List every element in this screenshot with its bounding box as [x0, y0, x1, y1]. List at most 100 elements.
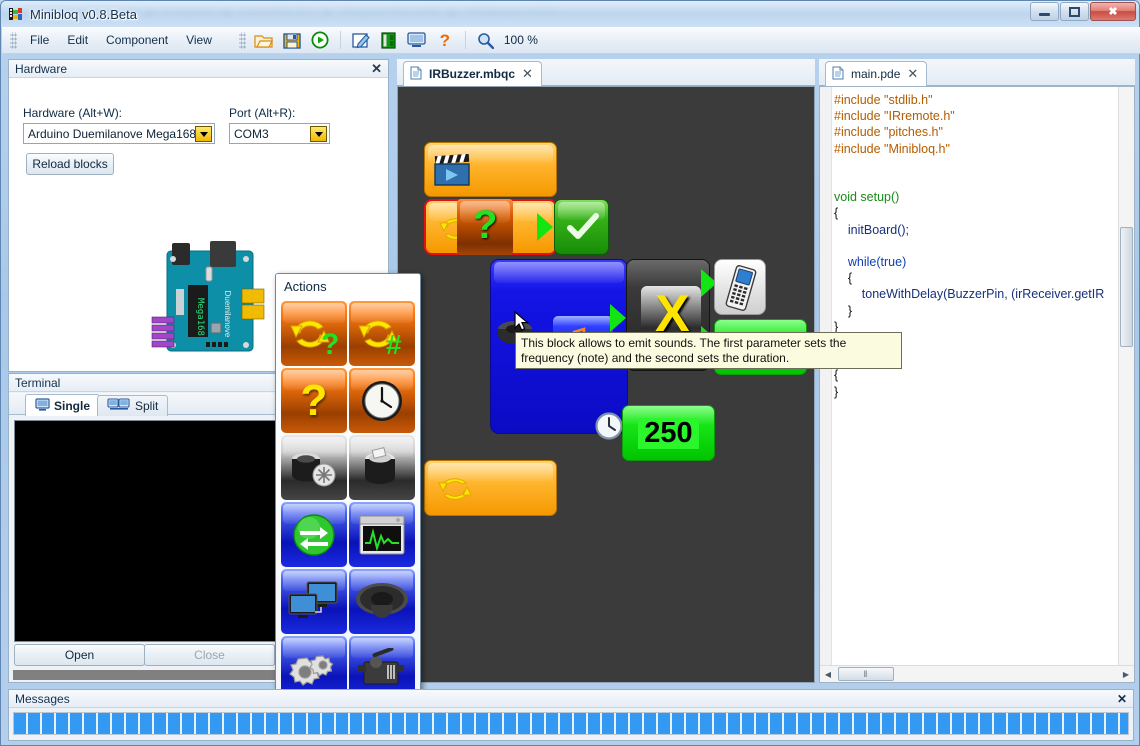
- menu-view[interactable]: View: [177, 30, 221, 50]
- code-line-11: {: [834, 271, 853, 286]
- title-bar: Minibloq v0.8.Beta ✖: [1, 1, 1139, 27]
- palette-loop-while-block[interactable]: ?: [281, 301, 347, 366]
- code-line-0: #include "stdlib.h": [834, 93, 933, 107]
- speaker-icon: [356, 582, 408, 618]
- palette-serial-io-block[interactable]: [281, 502, 347, 567]
- loop-bottom-icon: [435, 473, 475, 508]
- menu-toolbar: File Edit Component View ? 100 %: [2, 27, 1140, 54]
- gears-icon: [289, 654, 334, 686]
- code-line-2: #include "pitches.h": [834, 125, 943, 140]
- terminal-close-button: Close: [144, 644, 275, 666]
- tone-connector-arrow-icon: [610, 304, 626, 332]
- document-icon: [410, 66, 422, 83]
- svg-text:?: ?: [321, 328, 339, 358]
- servo-icon: [358, 647, 404, 684]
- scroll-right-icon[interactable]: ▶: [1118, 667, 1134, 682]
- actions-palette[interactable]: Actions ? # ?: [275, 273, 421, 716]
- ir-receiver-block[interactable]: [714, 259, 766, 315]
- messages-panel-header: Messages ✕: [9, 690, 1133, 708]
- run-upload-icon[interactable]: [308, 29, 332, 51]
- code-line-1: #include "IRremote.h": [834, 109, 955, 124]
- split-monitor-icon: [107, 398, 131, 414]
- tab-irbuzzer-close-icon[interactable]: ✕: [522, 66, 533, 82]
- terminal-open-button[interactable]: Open: [14, 644, 145, 666]
- palette-digital-output-block[interactable]: [281, 435, 347, 500]
- code-line-13: }: [834, 303, 853, 318]
- palette-analog-output-block[interactable]: [349, 435, 415, 500]
- block-editor-panel: IRBuzzer.mbqc ✕ ? X 250: [397, 59, 815, 683]
- question-icon: ?: [473, 203, 498, 247]
- code-line-18: }: [834, 384, 839, 399]
- help-icon[interactable]: ?: [433, 29, 457, 51]
- minimize-button[interactable]: [1030, 2, 1059, 21]
- code-horizontal-scrollbar[interactable]: ◀ ‖ ▶: [820, 665, 1134, 682]
- window-controls: ✖: [1029, 2, 1136, 21]
- code-editor[interactable]: #include "stdlib.h" #include "IRremote.h…: [819, 86, 1135, 683]
- palette-loop-count-block[interactable]: #: [349, 301, 415, 366]
- menu-drag-grip[interactable]: [10, 31, 17, 49]
- menu-component[interactable]: Component: [97, 30, 177, 50]
- code-gutter: [820, 87, 832, 682]
- menu-edit[interactable]: Edit: [58, 30, 97, 50]
- terminal-buttons: Open Close: [14, 644, 294, 666]
- code-line-12: toneWithDelay(BuzzerPin, (irReceiver.get…: [834, 287, 1105, 302]
- palette-sound-block[interactable]: [349, 569, 415, 634]
- messages-progress-bar: [13, 712, 1129, 735]
- clapperboard-icon: [433, 153, 471, 189]
- chevron-down-icon-port[interactable]: [310, 126, 327, 142]
- zoom-icon[interactable]: [474, 29, 498, 51]
- save-file-icon[interactable]: [280, 29, 304, 51]
- code-line-10: while(true): [834, 255, 907, 270]
- chevron-down-icon[interactable]: [195, 126, 212, 142]
- minibloq-app-icon: [8, 6, 24, 22]
- svg-text:Mega168: Mega168: [195, 298, 205, 336]
- menu-file[interactable]: File: [21, 30, 58, 50]
- code-line-3: #include "Minibloq.h": [834, 141, 950, 156]
- duration-value-block[interactable]: 250: [622, 405, 715, 461]
- board-icon[interactable]: [377, 29, 401, 51]
- window-frame: Minibloq v0.8.Beta ✖ File Edit Component…: [0, 0, 1140, 746]
- toolbar-drag-grip[interactable]: [238, 31, 246, 49]
- main-program-block[interactable]: [424, 142, 557, 197]
- tab-main-pde[interactable]: main.pde ✕: [825, 61, 928, 86]
- tab-split[interactable]: Split: [97, 395, 169, 416]
- toolbar-separator-2: [464, 31, 466, 49]
- block-canvas[interactable]: ? X 250: [397, 86, 815, 683]
- true-check-block[interactable]: [554, 199, 609, 255]
- actions-palette-grid: ? # ?: [281, 301, 417, 701]
- hardware-select[interactable]: Arduino Duemilanove Mega168: [23, 123, 215, 144]
- tab-irbuzzer[interactable]: IRBuzzer.mbqc ✕: [403, 61, 542, 86]
- tab-main-pde-close-icon[interactable]: ✕: [907, 66, 918, 82]
- hardware-panel-close-icon[interactable]: ✕: [371, 61, 382, 77]
- palette-display-block[interactable]: [281, 569, 347, 634]
- close-button[interactable]: ✖: [1090, 2, 1136, 21]
- palette-plot-block[interactable]: [349, 502, 415, 567]
- reload-blocks-button[interactable]: Reload blocks: [26, 153, 114, 175]
- connector-arrow-icon: [537, 213, 553, 241]
- hardware-panel-title: Hardware: [15, 61, 68, 76]
- scroll-left-icon[interactable]: ◀: [820, 667, 836, 682]
- port-select-label: Port (Alt+R):: [229, 106, 296, 120]
- window-title: Minibloq v0.8.Beta: [30, 6, 137, 22]
- tab-single[interactable]: Single: [25, 394, 101, 416]
- maximize-button[interactable]: [1060, 2, 1089, 21]
- terminal-output[interactable]: [14, 420, 279, 642]
- loop-bottom-block[interactable]: [424, 460, 557, 516]
- condition-question-block[interactable]: ?: [457, 199, 513, 255]
- code-vertical-scrollbar[interactable]: [1118, 87, 1134, 665]
- tab-single-label: Single: [54, 398, 91, 413]
- messages-panel-close-icon[interactable]: ✕: [1117, 692, 1127, 706]
- palette-delay-block[interactable]: [349, 368, 415, 433]
- code-vertical-scroll-thumb[interactable]: [1120, 227, 1133, 347]
- terminal-monitor-icon[interactable]: [405, 29, 429, 51]
- port-select[interactable]: COM3: [229, 123, 330, 144]
- document-icon-code: [832, 66, 844, 83]
- zoom-level-label: 100 %: [503, 33, 538, 47]
- edit-icon[interactable]: [349, 29, 373, 51]
- code-horizontal-scroll-thumb[interactable]: ‖: [838, 667, 894, 681]
- code-line-7: {: [834, 206, 839, 221]
- minibloq-application-window: ■▶Computer▶ Local Disk (C:)▶Program File…: [0, 0, 1140, 746]
- open-file-icon[interactable]: [252, 29, 276, 51]
- code-line-6: void setup(): [834, 190, 900, 205]
- palette-condition-block[interactable]: ?: [281, 368, 347, 433]
